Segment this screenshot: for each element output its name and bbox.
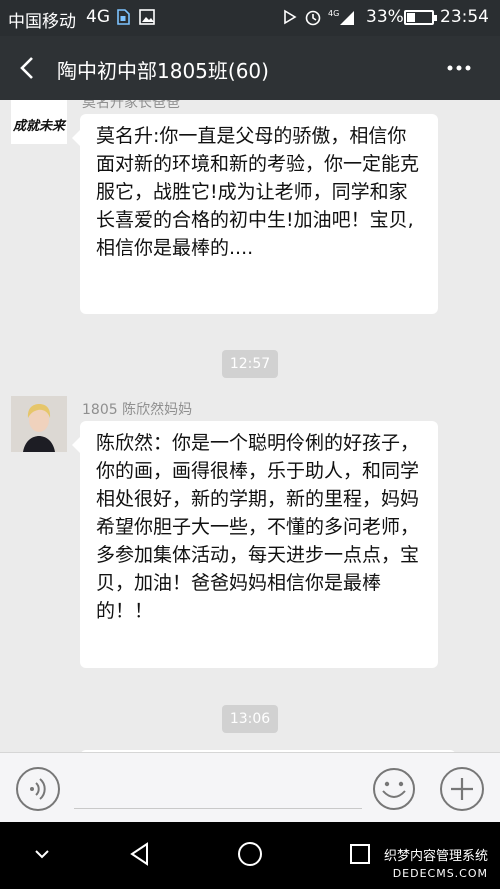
home-circle-icon[interactable] — [234, 838, 266, 870]
message-text: 莫名升:你一直是父母的骄傲，相信你面对新的环境和新的考验，你一定能克服它，战胜它… — [96, 125, 420, 259]
message-input[interactable] — [74, 773, 362, 809]
avatar[interactable] — [11, 396, 67, 452]
chat-title: 陶中初中部1805班(60) — [57, 59, 269, 83]
network-type: 4G — [86, 7, 110, 27]
carrier-name: 中国移动 — [8, 12, 76, 32]
site-watermark: 织梦内容管理系统 DEDECMS.COM — [384, 848, 488, 882]
image-icon — [139, 9, 155, 25]
timestamp: 12:57 — [222, 350, 278, 378]
alarm-icon — [305, 10, 321, 26]
recents-square-icon[interactable] — [344, 838, 376, 870]
more-dots-icon[interactable] — [436, 50, 482, 86]
message-bubble[interactable]: 陈欣然：你是一个聪明伶俐的好孩子，你的画，画得很棒，乐于助人，和同学相处很好，新… — [72, 421, 438, 668]
svg-text:成就未来: 成就未来 — [12, 118, 67, 134]
svg-text:4G: 4G — [328, 9, 339, 18]
woman-portrait-image — [11, 396, 67, 452]
watermark-title: 织梦内容管理系统 — [384, 849, 489, 864]
message-bubble[interactable]: 莫名升:你一直是父母的骄傲，相信你面对新的环境和新的考验，你一定能克服它，战胜它… — [72, 114, 438, 314]
battery-icon — [404, 10, 437, 25]
sim-icon — [117, 9, 130, 25]
avatar[interactable]: 成就未来 — [11, 100, 67, 144]
sender-name: 1805 陈欣然妈妈 — [82, 402, 193, 418]
voice-icon — [30, 778, 46, 800]
message-list[interactable]: 成就未来 莫名升家长爸爸 莫名升:你一直是父母的骄傲，相信你面对新的环境和新的考… — [0, 100, 500, 752]
chevron-left-icon[interactable] — [10, 50, 46, 86]
watermark-domain: DEDECMS.COM — [392, 867, 489, 880]
status-bar: 中国移动 4G 4G 33% 23:54 — [0, 0, 500, 36]
plus-icon — [451, 778, 473, 800]
battery-percent: 33% — [366, 7, 404, 27]
back-triangle-icon[interactable] — [124, 838, 156, 870]
message-input-bar — [0, 752, 500, 822]
signal-icon: 4G — [328, 9, 354, 25]
more-actions-button[interactable] — [440, 767, 484, 811]
emoji-icon[interactable] — [372, 767, 416, 811]
clock-time: 23:54 — [440, 7, 489, 27]
sender-name: 莫名升家长爸爸 — [82, 100, 180, 111]
voice-button[interactable] — [16, 767, 60, 811]
chevron-down-icon[interactable] — [26, 838, 58, 870]
message-text: 陈欣然：你是一个聪明伶俐的好孩子，你的画，画得很棒，乐于助人，和同学相处很好，新… — [96, 432, 420, 622]
battery-fill — [407, 13, 415, 22]
calligraphy-avatar-image: 成就未来 — [11, 100, 67, 144]
timestamp: 13:06 — [222, 705, 278, 733]
chat-title-bar: 陶中初中部1805班(60) — [0, 36, 500, 100]
nfc-icon — [284, 9, 297, 25]
